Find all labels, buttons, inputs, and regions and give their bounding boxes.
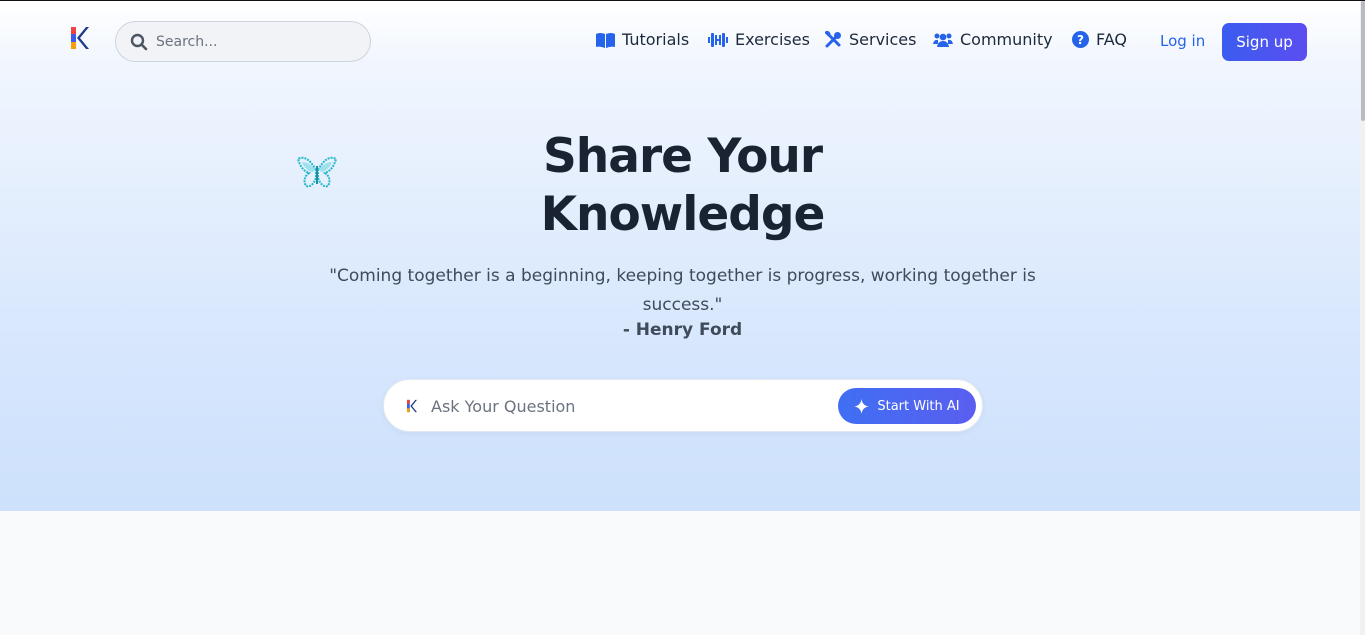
login-link[interactable]: Log in bbox=[1160, 32, 1205, 50]
nav-tutorials-label: Tutorials bbox=[622, 30, 690, 49]
ask-question-input[interactable] bbox=[431, 395, 811, 417]
nav-exercises-label: Exercises bbox=[735, 30, 810, 49]
book-open-icon bbox=[596, 32, 615, 48]
tools-icon bbox=[825, 31, 841, 48]
signup-button[interactable]: Sign up bbox=[1222, 23, 1307, 61]
nav-tutorials[interactable]: Tutorials bbox=[596, 30, 689, 49]
nav-community-label: Community bbox=[960, 30, 1053, 49]
search-box[interactable] bbox=[115, 21, 371, 62]
nav-faq[interactable]: ? FAQ bbox=[1072, 30, 1127, 49]
nav-faq-label: FAQ bbox=[1096, 30, 1127, 49]
svg-text:?: ? bbox=[1077, 33, 1084, 47]
scrollbar-thumb[interactable] bbox=[1361, 1, 1365, 121]
ask-question-box[interactable]: Start With AI bbox=[383, 379, 983, 432]
start-with-ai-button[interactable]: Start With AI bbox=[838, 388, 976, 424]
start-with-ai-label: Start With AI bbox=[877, 398, 960, 414]
quote-author: - Henry Ford bbox=[622, 320, 743, 340]
logo-small-icon bbox=[407, 399, 417, 413]
sparkle-icon bbox=[854, 398, 870, 414]
nav-services-label: Services bbox=[849, 30, 917, 49]
hero-title-line2: Knowledge bbox=[540, 187, 826, 242]
search-input[interactable] bbox=[156, 32, 356, 52]
nav-services[interactable]: Services bbox=[825, 30, 916, 49]
nav-exercises[interactable]: Exercises bbox=[708, 30, 810, 49]
content-area bbox=[0, 511, 1365, 635]
hero-title-line1: Share Your bbox=[542, 129, 823, 184]
hero-section bbox=[0, 1, 1365, 511]
logo-icon[interactable] bbox=[71, 27, 89, 49]
search-icon bbox=[130, 33, 148, 51]
users-icon bbox=[933, 33, 953, 47]
question-circle-icon: ? bbox=[1072, 31, 1089, 48]
scrollbar[interactable] bbox=[1360, 1, 1365, 635]
dumbbell-icon bbox=[708, 32, 728, 47]
nav-community[interactable]: Community bbox=[933, 30, 1053, 49]
hero-quote: "Coming together is a beginning, keeping… bbox=[329, 266, 1036, 315]
